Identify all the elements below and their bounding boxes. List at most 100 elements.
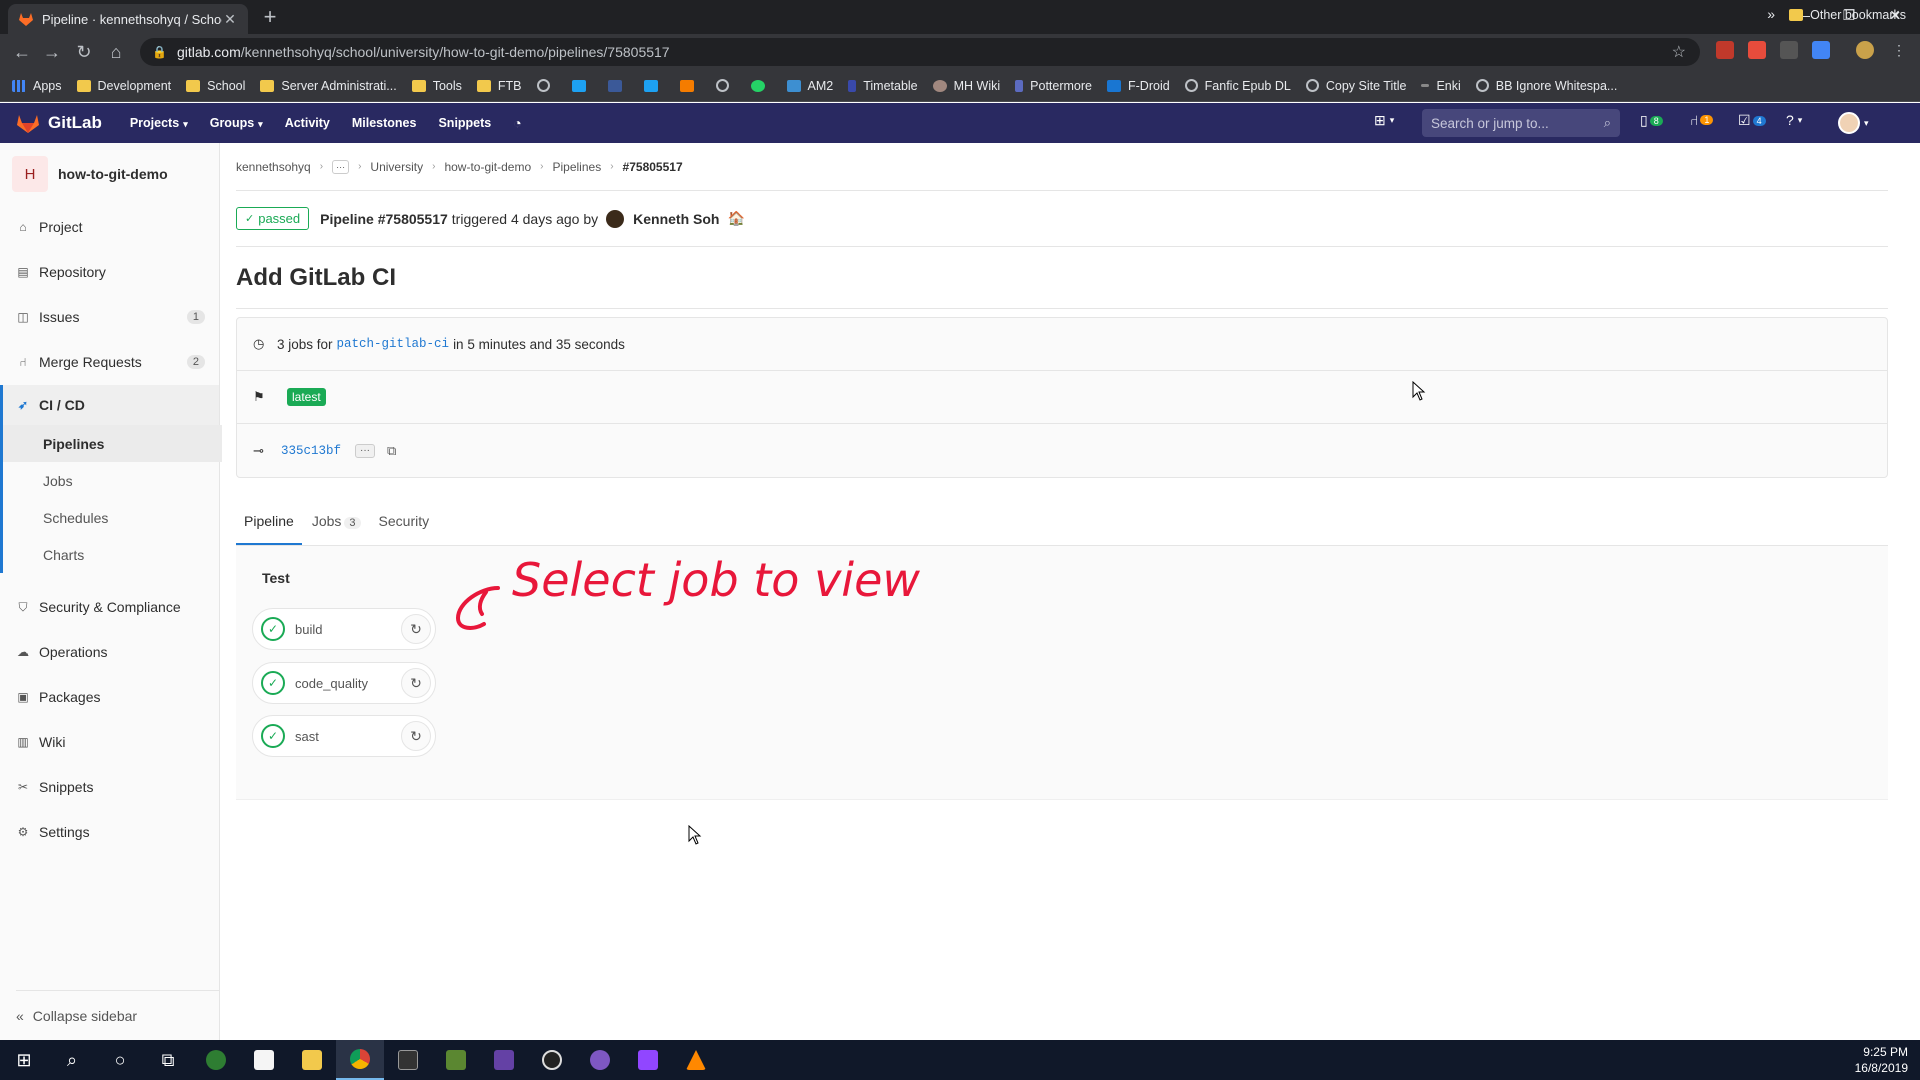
new-tab-button[interactable]: + (258, 6, 282, 30)
notion-icon[interactable] (384, 1040, 432, 1080)
issues-todo-icon[interactable]: ☑ 4 (1738, 112, 1766, 129)
extension-icon[interactable] (1748, 41, 1766, 59)
extension-icon[interactable] (1716, 41, 1734, 59)
cortana-icon[interactable]: ○ (96, 1040, 144, 1080)
sidebar-item-snippets[interactable]: ✂ Snippets (0, 769, 219, 805)
chrome-menu-icon[interactable]: ⋮ (1890, 41, 1908, 59)
url-input[interactable]: 🔒 gitlab.com /kennethsohyq/school/univer… (140, 38, 1700, 66)
search-input[interactable]: Search or jump to... ⌕ (1422, 109, 1620, 137)
tab-close-icon[interactable]: ✕ (222, 11, 238, 28)
vlc-icon[interactable] (672, 1040, 720, 1080)
more-bookmarks-icon[interactable]: » (1767, 6, 1775, 22)
bookmark-copy-site-title[interactable]: Copy Site Title (1305, 79, 1406, 93)
sidebar-item-packages[interactable]: ▣ Packages (0, 679, 219, 715)
bookmark-folder[interactable]: Server Administrati... (260, 79, 397, 93)
retry-icon[interactable]: ↻ (401, 721, 431, 751)
sidebar-sub-charts[interactable]: Charts (3, 536, 222, 573)
avatar[interactable] (606, 209, 625, 228)
bookmark-timetable[interactable]: Timetable (848, 79, 918, 93)
retry-icon[interactable]: ↻ (401, 614, 431, 644)
system-clock[interactable]: 9:25 PM 16/8/2019 (1855, 1044, 1908, 1076)
extension-icon[interactable] (1780, 41, 1798, 59)
bookmark-pottermore[interactable]: Pottermore (1015, 79, 1092, 93)
bookmark-icon-only[interactable] (679, 79, 701, 92)
bookmark-icon-only[interactable] (571, 79, 593, 92)
commit-message-toggle[interactable]: ··· (355, 443, 376, 458)
sidebar-item-cicd[interactable]: ➶ CI / CD (0, 385, 219, 425)
sidebar-item-project[interactable]: ⌂ Project (0, 209, 219, 245)
chrome-icon[interactable] (336, 1040, 384, 1080)
commit-sha-link[interactable]: 335c13bf (281, 444, 341, 458)
profile-avatar-icon[interactable] (1856, 41, 1874, 59)
sidebar-sub-pipelines[interactable]: Pipelines (3, 425, 222, 462)
bookmark-icon-only[interactable] (715, 79, 736, 92)
sidebar-item-wiki[interactable]: ▥ Wiki (0, 724, 219, 760)
sidebar-sub-jobs[interactable]: Jobs (3, 462, 222, 499)
sidebar-item-security[interactable]: ⛉ Security & Compliance (0, 589, 219, 625)
collapse-sidebar-button[interactable]: «Collapse sidebar (16, 990, 220, 1040)
store-icon[interactable] (240, 1040, 288, 1080)
breadcrumb-ellipsis[interactable]: ··· (332, 159, 350, 174)
bookmark-icon-only[interactable] (536, 79, 557, 92)
sidebar-item-repository[interactable]: ▤ Repository (0, 254, 219, 290)
tab-jobs[interactable]: Jobs 3 (304, 513, 369, 545)
bookmark-bb-ignore[interactable]: BB Ignore Whitespa... (1475, 79, 1617, 93)
nav-activity[interactable]: Activity (285, 116, 330, 130)
breadcrumb-item[interactable]: University (370, 160, 423, 174)
todos-icon[interactable]: ▯ 8 (1640, 112, 1663, 129)
help-icon[interactable]: ? ▾ (1786, 112, 1802, 128)
copy-icon[interactable]: ⧉ (387, 443, 396, 459)
breadcrumb-current[interactable]: #75805517 (623, 160, 683, 174)
bookmark-am2[interactable]: AM2 (786, 79, 833, 93)
nav-milestones[interactable]: Milestones (352, 116, 417, 130)
search-icon[interactable]: ⌕ (48, 1040, 96, 1080)
nav-snippets[interactable]: Snippets (438, 116, 491, 130)
bookmark-folder[interactable]: Tools (411, 79, 462, 93)
minecraft-icon[interactable] (432, 1040, 480, 1080)
reload-icon[interactable]: ↻ (72, 40, 96, 64)
bookmark-mh-wiki[interactable]: MH Wiki (932, 79, 1000, 93)
windows-start-icon[interactable]: ⊞ (0, 1040, 48, 1080)
sidebar-item-issues[interactable]: ◫ Issues 1 (0, 299, 219, 335)
twitch-app-icon[interactable] (624, 1040, 672, 1080)
branch-link[interactable]: patch-gitlab-ci (337, 337, 450, 351)
bookmark-f-droid[interactable]: F-Droid (1107, 79, 1170, 93)
merge-requests-icon[interactable]: ⑁ 1 (1690, 112, 1714, 128)
breadcrumb-item[interactable]: kennethsohyq (236, 160, 311, 174)
other-bookmarks[interactable]: Other bookmarks (1789, 8, 1906, 22)
bookmark-star-icon[interactable]: ☆ (1672, 42, 1686, 62)
job-code-quality[interactable]: ✓ code_quality ↻ (252, 662, 436, 704)
bookmark-icon-only[interactable] (607, 79, 629, 92)
back-icon[interactable]: ← (10, 40, 34, 64)
bookmark-enki[interactable]: Enki (1421, 79, 1461, 93)
retry-icon[interactable]: ↻ (401, 668, 431, 698)
breadcrumb-item[interactable]: how-to-git-demo (444, 160, 531, 174)
obs-icon[interactable] (528, 1040, 576, 1080)
sidebar-item-merge-requests[interactable]: ⑁ Merge Requests 2 (0, 344, 219, 380)
extension-icon[interactable] (1812, 41, 1830, 59)
bookmark-icon-only[interactable] (643, 79, 665, 92)
edge-icon[interactable] (192, 1040, 240, 1080)
bookmark-fanfic[interactable]: Fanfic Epub DL (1184, 79, 1291, 93)
sidebar-sub-schedules[interactable]: Schedules (3, 499, 222, 536)
job-build[interactable]: ✓ build ↻ (252, 608, 436, 650)
bookmark-apps[interactable]: Apps (12, 79, 62, 93)
dashboard-icon[interactable]: ◔ (513, 115, 521, 131)
tab-pipeline[interactable]: Pipeline (236, 513, 302, 545)
user-avatar-menu[interactable]: ▾ (1838, 112, 1869, 134)
job-sast[interactable]: ✓ sast ↻ (252, 715, 436, 757)
gitlab-logo[interactable]: GitLab (16, 112, 102, 134)
browser-tab[interactable]: Pipeline · kennethsohyq / School ✕ (8, 4, 248, 34)
file-explorer-icon[interactable] (288, 1040, 336, 1080)
nav-projects[interactable]: Projects ▾ (130, 116, 188, 130)
tab-security[interactable]: Security (371, 513, 438, 545)
twitch-icon[interactable] (480, 1040, 528, 1080)
breadcrumb-item[interactable]: Pipelines (553, 160, 602, 174)
task-view-icon[interactable]: ⧉ (144, 1040, 192, 1080)
forward-icon[interactable]: → (40, 40, 64, 64)
maps-icon[interactable] (576, 1040, 624, 1080)
bookmark-folder[interactable]: Development (76, 79, 171, 93)
sidebar-item-operations[interactable]: ☁ Operations (0, 634, 219, 670)
pipeline-user[interactable]: Kenneth Soh (633, 211, 719, 227)
bookmark-folder[interactable]: FTB (476, 79, 522, 93)
